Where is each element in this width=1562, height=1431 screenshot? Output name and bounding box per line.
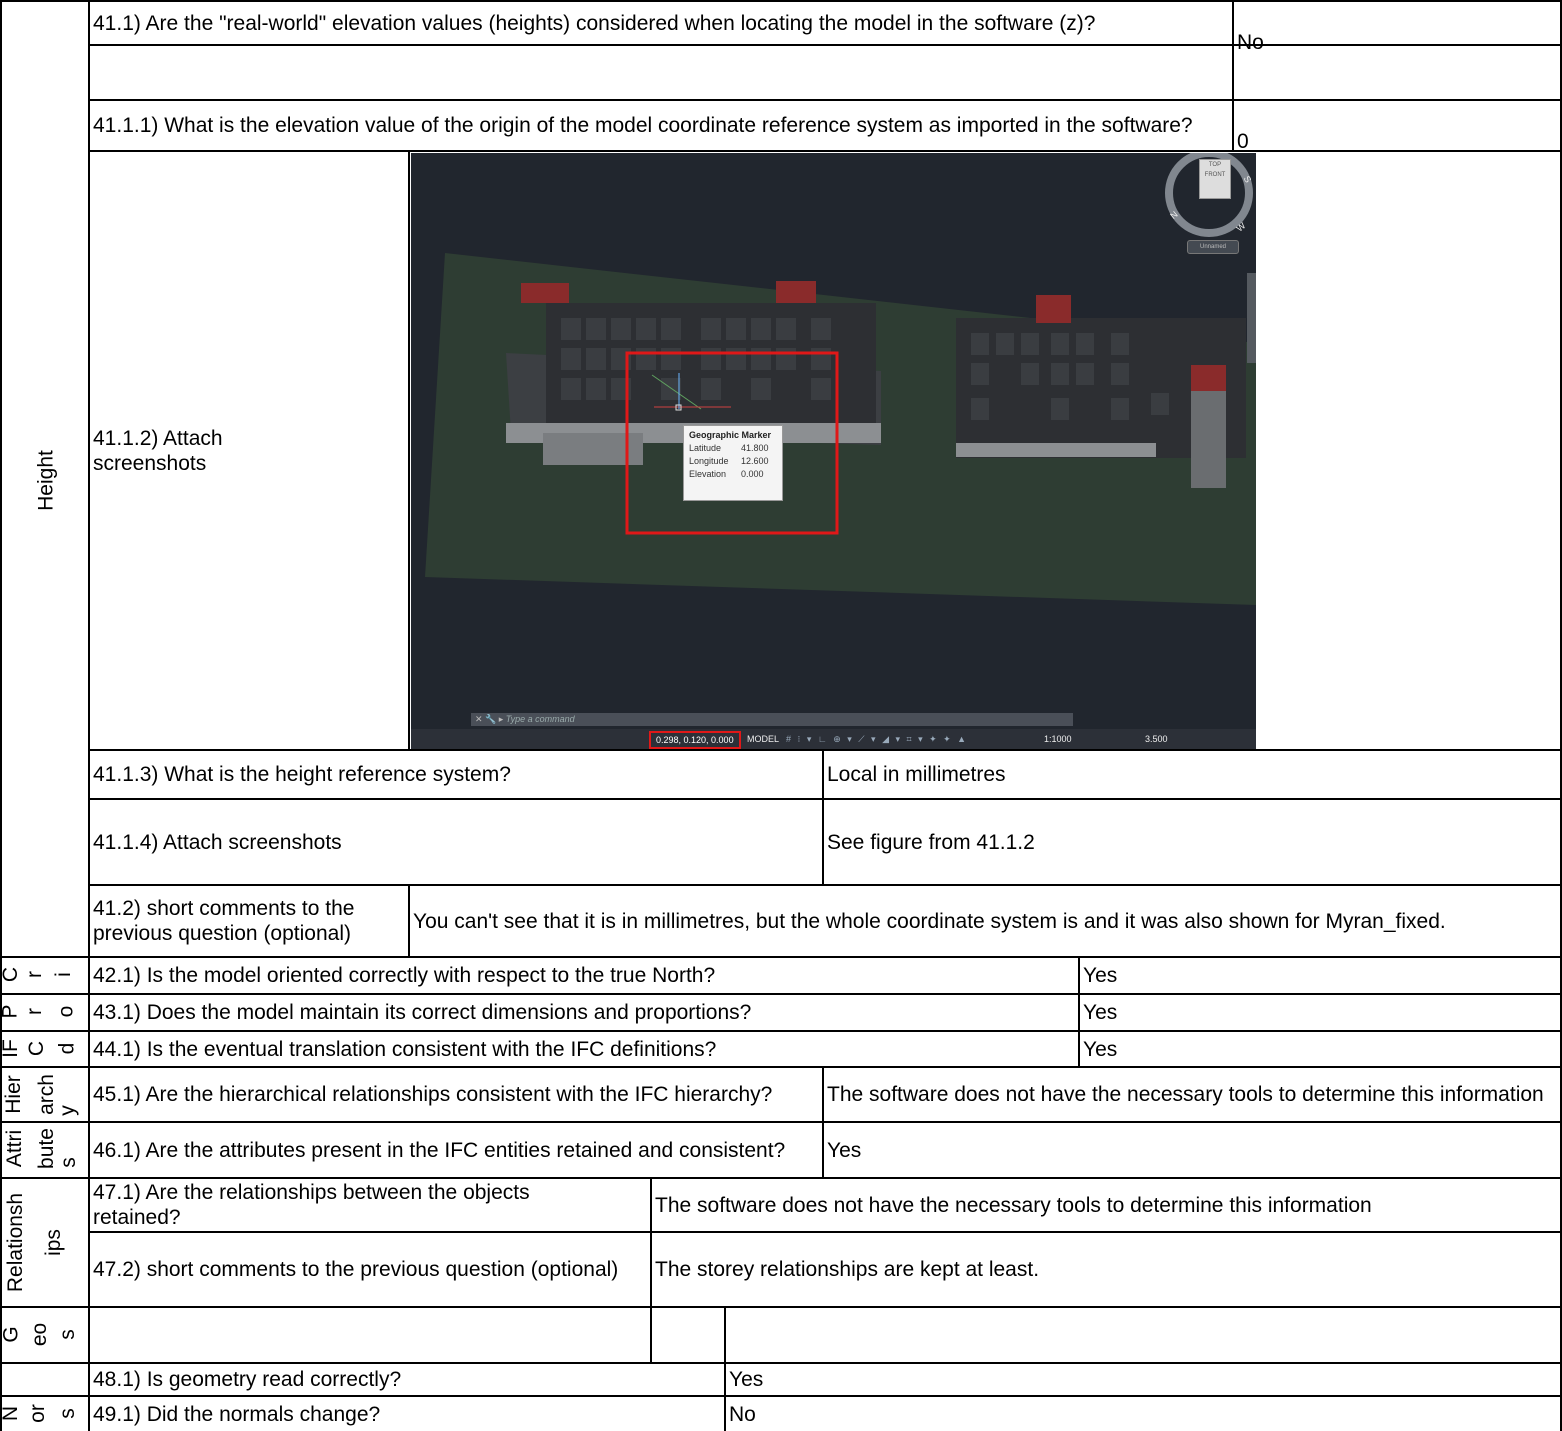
tooltip-row: Longitude 12.600	[689, 455, 777, 468]
view-name-dropdown[interactable]: Unnamed	[1187, 240, 1239, 254]
geographic-marker-tooltip: Geographic Marker Latitude 41.800 Longitu…	[683, 425, 783, 501]
fragment: eo	[28, 1322, 52, 1347]
answer-46-1: Yes	[827, 1138, 862, 1162]
question-42-1: 42.1) Is the model oriented correctly wi…	[93, 964, 716, 987]
fragment: r	[23, 1008, 46, 1015]
annotation-scale[interactable]: 1:1000	[1044, 729, 1072, 749]
screenshot-divider	[408, 150, 410, 750]
command-line[interactable]: ✕ 🔧 ▸ Type a command	[471, 713, 1073, 726]
tooltip-title: Geographic Marker	[689, 430, 772, 440]
view-cube[interactable]: TOP FRONT	[1199, 159, 1231, 199]
tooltip-value: 41.800	[741, 443, 769, 453]
answer-49-1: No	[729, 1402, 756, 1426]
answer-41-1-3: Local in millimetres	[827, 763, 1006, 786]
answer-43-1: Yes	[1083, 1001, 1118, 1024]
status-value: 3.500	[1145, 734, 1168, 744]
fragment: s	[55, 1408, 79, 1419]
fragment: G	[0, 1326, 23, 1343]
coordinate-readout: 0.298, 0.120, 0.000	[649, 731, 741, 749]
tooltip-value: 0.000	[741, 469, 764, 479]
fragment: ips	[41, 1229, 65, 1256]
status-toggle-icons[interactable]: # ⁝ ▾ ∟ ⊕ ▾ ⟋ ▾ ◢ ▾ ⌗ ▾ ✦ ✦ ▲	[786, 729, 968, 749]
fragment: o	[54, 1005, 78, 1018]
answer-44-1: Yes	[1083, 1037, 1118, 1061]
question-41-1-2: 41.1.2) Attach screenshots	[93, 426, 223, 475]
tooltip-value: 12.600	[741, 456, 769, 466]
fragment: N	[0, 1405, 23, 1422]
answer-47-1: The software does not have the necessary…	[655, 1193, 1372, 1217]
question-45-1: 45.1) Are the hierarchical relationships…	[93, 1083, 773, 1106]
question-41-1: 41.1) Are the "real-world" elevation val…	[93, 11, 1096, 35]
model-viewport	[425, 153, 1256, 605]
view-cube-front: FRONT	[1204, 172, 1226, 178]
question-44-1: 44.1) Is the eventual translation consis…	[93, 1037, 717, 1061]
question-48-1: 48.1) Is geometry read correctly?	[93, 1368, 402, 1391]
view-cube-top: TOP	[1208, 162, 1222, 168]
fragment: i	[51, 972, 75, 977]
answer-48-1: Yes	[729, 1368, 764, 1391]
tooltip-label: Elevation	[689, 469, 727, 479]
fragment: Attri	[3, 1129, 27, 1168]
fragment: or	[25, 1404, 49, 1423]
fragment: P	[0, 1004, 22, 1019]
fragment: Hier	[1, 1075, 25, 1114]
table-border-left	[0, 0, 2, 1431]
question-41-1-3: 41.1.3) What is the height reference sys…	[93, 763, 511, 786]
model-space-button[interactable]: MODEL	[747, 729, 779, 749]
answer-41-2: You can't see that it is in millimetres,…	[413, 909, 1446, 933]
answer-41-1: No	[1237, 30, 1264, 54]
question-47-1: 47.1) Are the relationships between the …	[93, 1181, 530, 1229]
answer-42-1: Yes	[1083, 964, 1118, 987]
tooltip-label: Longitude	[689, 456, 729, 466]
question-49-1: 49.1) Did the normals change?	[93, 1402, 381, 1426]
fragment: d	[55, 1042, 79, 1055]
question-46-1: 46.1) Are the attributes present in the …	[93, 1138, 786, 1162]
fragment: arch	[34, 1074, 58, 1115]
fragment: r	[23, 971, 46, 978]
fragment: s	[55, 1329, 79, 1340]
tooltip-label: Latitude	[689, 443, 722, 453]
answer-41-1-4: See figure from 41.1.2	[827, 830, 1035, 854]
fragment: s	[56, 1157, 80, 1168]
answer-41-1-1: 0	[1237, 129, 1249, 153]
fragment: Relationsh	[4, 1192, 28, 1293]
question-41-2: 41.2) short comments to the previous que…	[93, 897, 355, 945]
question-43-1: 43.1) Does the model maintain its correc…	[93, 1001, 752, 1024]
attached-screenshot: TOP FRONT N S W Unnamed Geographic Marker…	[411, 153, 1256, 749]
question-41-1-4: 41.1.4) Attach screenshots	[93, 830, 342, 854]
question-41-1-1: 41.1.1) What is the elevation value of t…	[93, 114, 1193, 137]
fragment: C	[0, 966, 23, 983]
section-divider	[0, 1306, 1562, 1308]
section-label-height: Height	[34, 450, 58, 511]
answer-47-2: The storey relationships are kept at lea…	[655, 1258, 1040, 1281]
tooltip-row: Latitude 41.800	[689, 442, 777, 455]
command-placeholder: Type a command	[505, 714, 575, 724]
tooltip-row: Elevation 0.000	[689, 468, 777, 481]
fragment: y	[55, 1105, 79, 1116]
fragment: IF	[0, 1039, 22, 1058]
status-bar: 0.298, 0.120, 0.000 MODEL # ⁝ ▾ ∟ ⊕ ▾ ⟋ …	[411, 729, 1256, 749]
answer-45-1: The software does not have the necessary…	[827, 1083, 1544, 1106]
fragment: bute	[34, 1128, 58, 1169]
fragment: C	[25, 1040, 49, 1057]
question-47-2: 47.2) short comments to the previous que…	[93, 1258, 619, 1281]
